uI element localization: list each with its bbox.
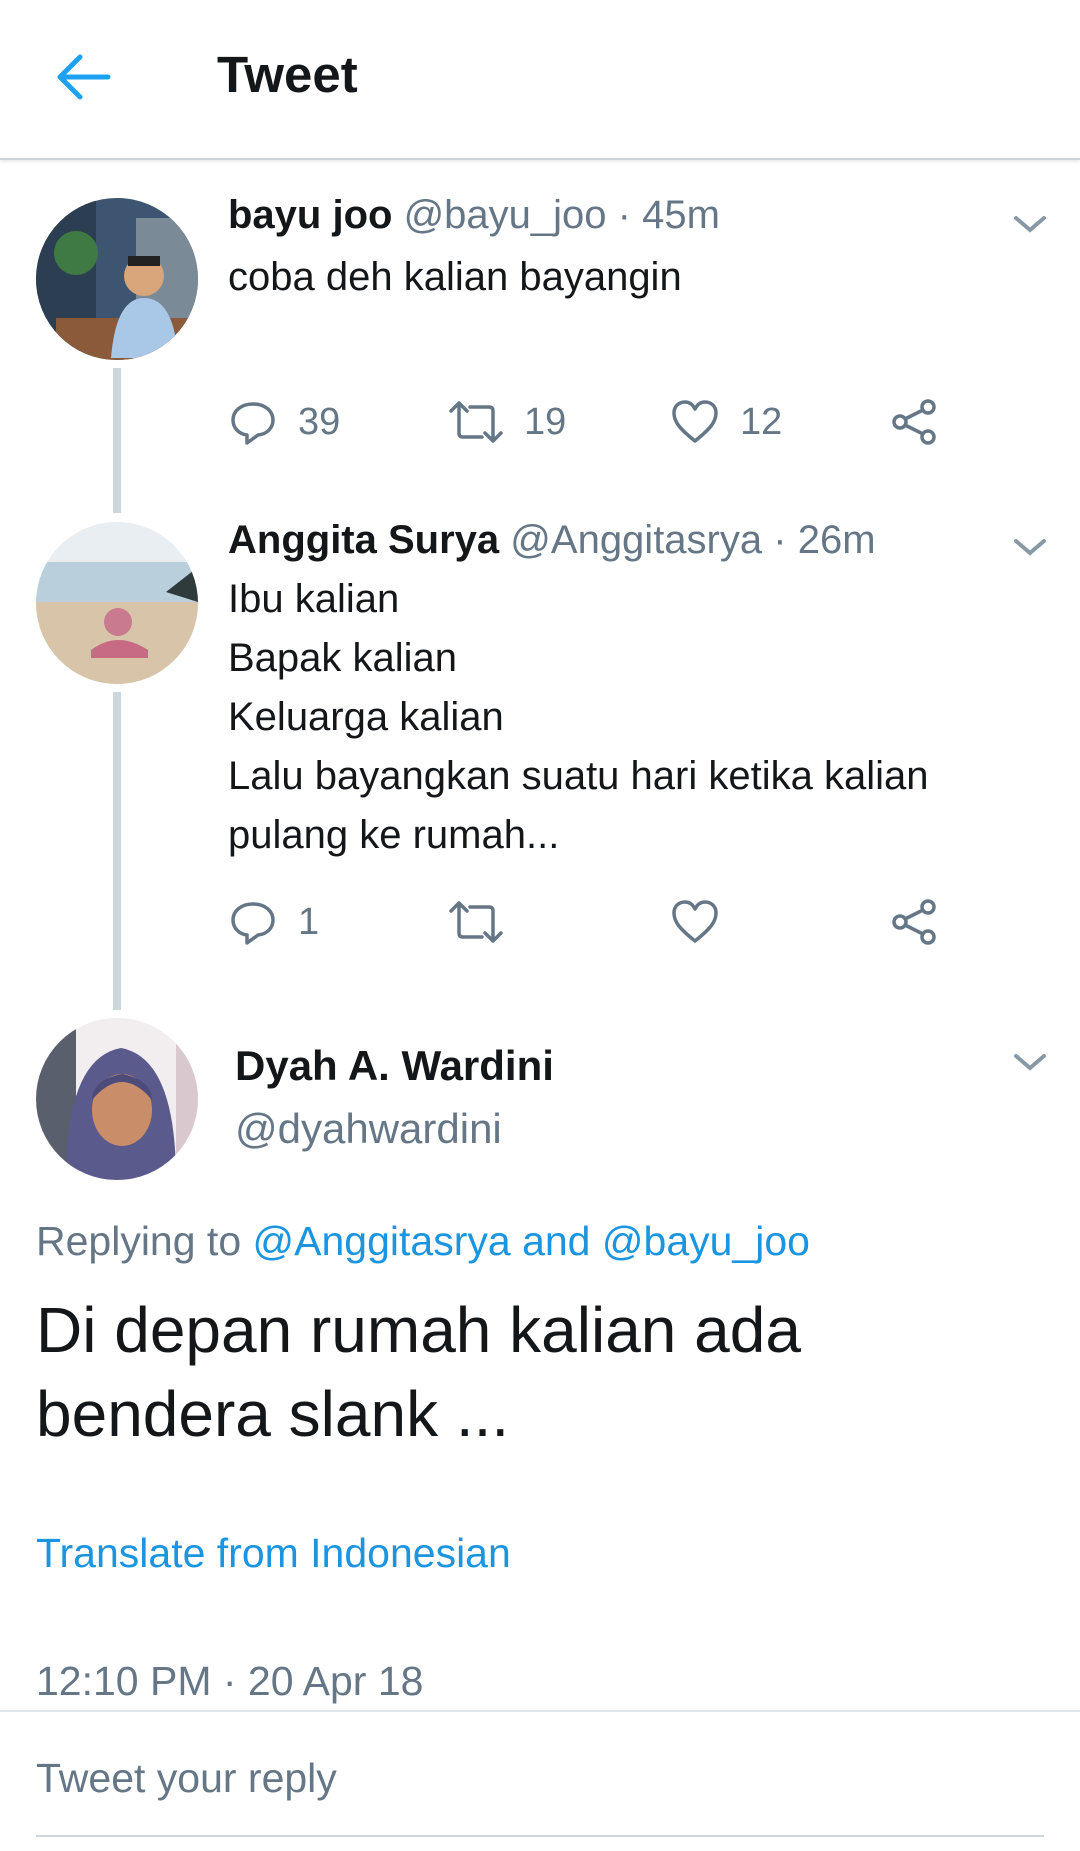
main-tweet-text: Di depan rumah kalian ada bendera slank …: [36, 1288, 801, 1456]
reply-count: 1: [298, 900, 320, 943]
avatar[interactable]: [36, 522, 198, 684]
tweet-text: coba deh kalian bayangin: [228, 248, 682, 307]
retweet-button[interactable]: [448, 892, 524, 952]
tweet-line: pulang ke rumah...: [228, 813, 560, 857]
retweet-icon: [449, 401, 503, 443]
retweet-count: 19: [524, 400, 567, 443]
arrow-left-icon: [57, 54, 111, 100]
tweet-header: Anggita Surya @Anggitasrya · 26m: [228, 518, 876, 563]
like-button[interactable]: 12: [670, 392, 782, 452]
tweet-line: Lalu bayangkan suatu hari ketika kalian: [228, 754, 929, 798]
reply-placeholder: Tweet your reply: [36, 1755, 337, 1801]
tweet-line: Bapak kalian: [228, 636, 458, 680]
share-icon: [892, 899, 936, 945]
reply-button[interactable]: 39: [228, 392, 340, 452]
tweet-text: Ibu kalian Bapak kalian Keluarga kalian …: [228, 570, 928, 865]
tweet-menu-button[interactable]: [1010, 533, 1050, 561]
chevron-down-icon: [1014, 216, 1046, 233]
display-name[interactable]: bayu joo: [228, 193, 392, 237]
page-title: Tweet: [217, 46, 358, 103]
separator: ·: [773, 518, 787, 562]
tweet-line: coba deh kalian bayangin: [228, 255, 682, 299]
translate-link[interactable]: Translate from Indonesian: [36, 1530, 511, 1577]
replying-prefix: Replying to: [36, 1218, 242, 1264]
like-button[interactable]: [670, 892, 740, 952]
tweet-line: Di depan rumah kalian ada: [36, 1294, 801, 1366]
retweet-button[interactable]: 19: [448, 392, 566, 452]
reply-button[interactable]: 1: [228, 892, 319, 952]
tweet-header: bayu joo @bayu_joo · 45m: [228, 193, 720, 238]
username[interactable]: @bayu_joo: [404, 193, 607, 237]
display-name[interactable]: Anggita Surya: [228, 518, 499, 562]
tweet-line: Ibu kalian: [228, 577, 400, 621]
share-button[interactable]: [890, 392, 940, 452]
username[interactable]: @Anggitasrya: [510, 518, 762, 562]
heart-icon: [672, 400, 718, 443]
tweet-menu-button[interactable]: [1010, 1048, 1050, 1076]
mention-link[interactable]: @bayu_joo: [602, 1218, 810, 1264]
thread-line: [113, 692, 121, 1010]
replying-to: Replying to @Anggitasrya and @bayu_joo: [36, 1218, 810, 1265]
reply-icon: [231, 902, 275, 945]
reply-count: 39: [298, 400, 341, 443]
avatar[interactable]: [36, 1018, 198, 1180]
divider: [0, 1710, 1080, 1712]
app-header: Tweet: [0, 0, 1080, 160]
retweet-icon: [449, 901, 503, 943]
share-icon: [892, 399, 936, 445]
thread-line: [113, 368, 121, 513]
tweet-line: bendera slank ...: [36, 1378, 510, 1450]
heart-icon: [672, 900, 718, 943]
display-name[interactable]: Dyah A. Wardini: [235, 1042, 554, 1090]
mention-link[interactable]: @Anggitasrya: [253, 1218, 511, 1264]
reply-icon: [231, 402, 275, 445]
tweet-time: 26m: [797, 518, 876, 562]
tweet-line: Keluarga kalian: [228, 695, 504, 739]
tweet-timestamp: 12:10 PM · 20 Apr 18: [36, 1658, 424, 1704]
chevron-down-icon: [1014, 539, 1046, 556]
replying-and[interactable]: and: [522, 1218, 590, 1264]
separator: ·: [617, 193, 631, 237]
username[interactable]: @dyahwardini: [235, 1105, 502, 1153]
tweet-menu-button[interactable]: [1010, 210, 1050, 238]
share-button[interactable]: [890, 892, 940, 952]
reply-input[interactable]: Tweet your reply: [36, 1755, 1044, 1837]
like-count: 12: [740, 400, 783, 443]
tweet-time: 45m: [642, 193, 720, 237]
chevron-down-icon: [1014, 1054, 1046, 1071]
back-button[interactable]: [50, 42, 120, 112]
avatar[interactable]: [36, 198, 198, 360]
